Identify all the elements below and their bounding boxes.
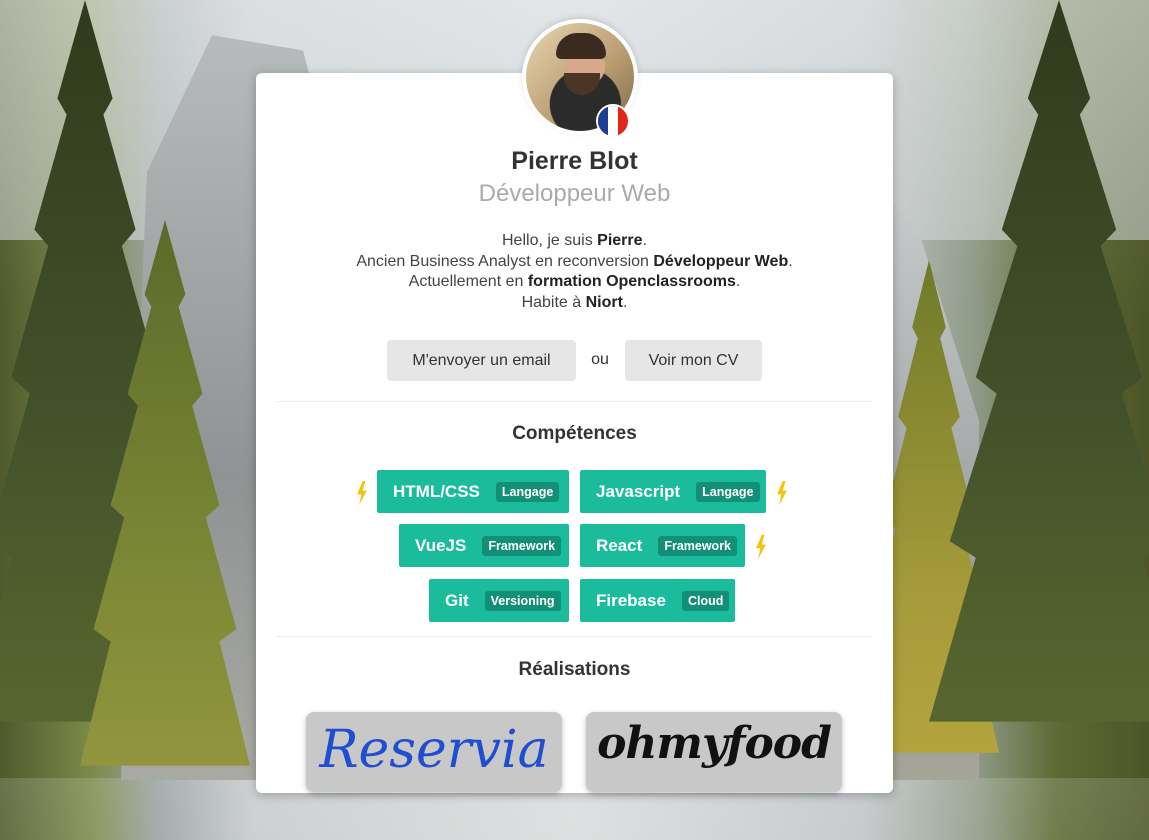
france-flag-icon xyxy=(596,104,630,138)
projects-title: Réalisations xyxy=(518,659,631,680)
profile-role: Développeur Web xyxy=(478,180,671,207)
skills-title: Compétences xyxy=(512,423,637,444)
skill-tag: Framework xyxy=(658,535,738,556)
bio-line-3: Actuellement en formation Openclassrooms… xyxy=(408,273,741,290)
skill-name: Javascript xyxy=(596,481,681,501)
skill-name: Firebase xyxy=(596,590,666,610)
project-card-ohmyfood[interactable]: ohmyfood xyxy=(586,712,842,792)
skill-tag: Cloud xyxy=(681,590,730,611)
bio-line-1: Hello, je suis Pierre. xyxy=(502,232,647,249)
project-logo: ohmyfood xyxy=(597,718,832,769)
divider xyxy=(276,636,872,637)
divider xyxy=(276,401,872,402)
or-label: ou xyxy=(591,351,609,368)
skill-tag: Versioning xyxy=(484,590,561,611)
skill-name: VueJS xyxy=(415,535,467,555)
skill-name: Git xyxy=(445,590,469,610)
skill-tag: Langage xyxy=(495,481,560,502)
bio-line-4: Habite à Niort. xyxy=(521,293,628,311)
email-button[interactable]: M'envoyer un email xyxy=(387,340,576,381)
skill-badge-vuejs: VueJS Framework xyxy=(399,524,569,567)
skill-badge-git: Git Versioning xyxy=(429,579,569,622)
skill-tag: Framework xyxy=(482,535,562,556)
skill-badge-javascript: Javascript Langage xyxy=(580,470,766,513)
skill-badge-react: React Framework xyxy=(580,524,745,567)
profile-bio: Hello, je suis Pierre. Ancien Business A… xyxy=(256,231,893,313)
project-logo: Reservia xyxy=(319,720,549,780)
skill-name: React xyxy=(596,535,643,555)
view-cv-button[interactable]: Voir mon CV xyxy=(625,340,762,381)
bio-line-2: Ancien Business Analyst en reconversion … xyxy=(356,252,793,270)
skill-badge-firebase: Firebase Cloud xyxy=(580,579,735,622)
project-card-reservia[interactable]: Reservia xyxy=(306,712,562,792)
skill-name: HTML/CSS xyxy=(393,481,480,501)
profile-name: Pierre Blot xyxy=(511,147,638,175)
skill-badge-html-css: HTML/CSS Langage xyxy=(377,470,569,513)
skill-tag: Langage xyxy=(696,481,760,502)
